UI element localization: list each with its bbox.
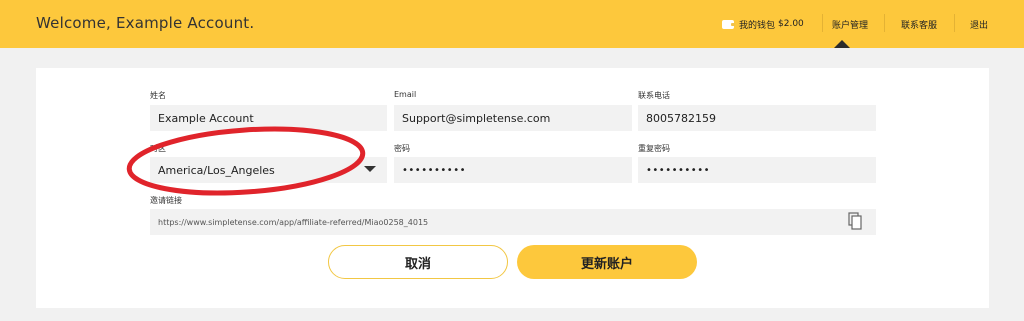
welcome-text: Welcome, Example Account. [36,14,255,32]
invite-link-label: 邀请链接 [150,196,182,205]
update-account-button[interactable]: 更新账户 [517,245,697,279]
active-tab-pointer [834,40,850,48]
phone-label: 联系电话 [638,91,670,100]
highlight-ellipse [126,126,366,196]
email-label: Email [394,90,417,99]
wallet-icon [722,19,735,29]
phone-field[interactable]: 8005782159 [638,105,876,131]
nav-divider [954,14,955,32]
email-field[interactable]: Support@simpletense.com [394,105,632,131]
wallet-label: 我的钱包 [739,20,776,31]
nav-divider [884,14,885,32]
password-label: 密码 [394,144,410,153]
confirm-password-label: 重复密码 [638,144,670,153]
invite-link-field[interactable]: https://www.simpletense.com/app/affiliat… [150,209,876,235]
nav-logout[interactable]: 退出 [970,0,988,48]
wallet-link[interactable]: 我的钱包 $2.00 [722,0,820,48]
copy-icon[interactable] [848,212,862,230]
top-bar: Welcome, Example Account. 我的钱包 $2.00 账户管… [0,0,1024,48]
confirm-password-field[interactable]: •••••••••• [638,157,876,183]
password-field[interactable]: •••••••••• [394,157,632,183]
nav-divider [822,14,823,32]
nav-contact-support[interactable]: 联系客服 [901,0,937,48]
cancel-button[interactable]: 取消 [328,245,508,279]
wallet-amount: $2.00 [778,19,804,29]
name-label: 姓名 [150,91,166,100]
